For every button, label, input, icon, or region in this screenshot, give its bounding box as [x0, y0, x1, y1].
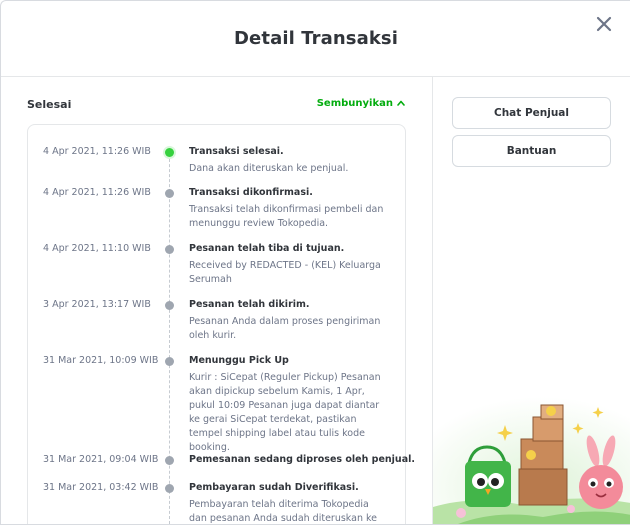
status-dot [165, 456, 174, 465]
status-dot [165, 301, 174, 310]
event-time: 31 Mar 2021, 09:04 WIB [43, 454, 159, 465]
mascot-illustration [433, 397, 630, 524]
status-dot [165, 357, 174, 366]
actions-panel: Chat Penjual Bantuan [433, 77, 630, 524]
event-time: 31 Mar 2021, 10:09 WIB [43, 355, 159, 366]
status-label: Selesai [27, 98, 72, 111]
status-dot [165, 189, 174, 198]
event-time: 31 Mar 2021, 03:42 WIB [43, 482, 159, 493]
timeline-list: 4 Apr 2021, 11:26 WIB Transaksi selesai.… [27, 124, 415, 524]
status-dot-active [165, 148, 174, 157]
event-description: Pesanan Anda dalam proses pengiriman ole… [189, 316, 381, 341]
event-time: 4 Apr 2021, 11:26 WIB [43, 187, 151, 198]
chat-seller-button[interactable]: Chat Penjual [452, 97, 611, 129]
event-time: 4 Apr 2021, 11:10 WIB [43, 243, 151, 254]
event-title: Pesanan telah dikirim. [189, 299, 310, 310]
event-title: Pembayaran sudah Diverifikasi. [189, 482, 359, 493]
event-description: Received by REDACTED - (KEL) Keluarga Se… [189, 260, 381, 285]
timeline-connector [169, 149, 170, 524]
modal-header: Detail Transaksi [1, 1, 630, 77]
help-button[interactable]: Bantuan [452, 135, 611, 167]
event-description: Pembayaran telah diterima Tokopedia dan … [189, 499, 377, 524]
transaction-detail-modal: Detail Transaksi Selesai Sembunyikan 4 A… [0, 0, 630, 525]
event-description: Dana akan diteruskan ke penjual. [189, 163, 349, 174]
status-row: Selesai Sembunyikan [27, 98, 407, 114]
close-icon[interactable] [593, 13, 615, 35]
event-description: Kurir : SiCepat (Reguler Pickup) Pesanan… [189, 372, 381, 453]
status-dot [165, 484, 174, 493]
page-title: Detail Transaksi [234, 28, 398, 49]
status-dot [165, 245, 174, 254]
event-time: 3 Apr 2021, 13:17 WIB [43, 299, 151, 310]
timeline-panel: Selesai Sembunyikan 4 Apr 2021, 11:26 WI… [1, 77, 433, 524]
hide-toggle-label: Sembunyikan [316, 98, 393, 109]
event-description: Transaksi telah dikonfirmasi pembeli dan… [189, 204, 384, 229]
chevron-up-icon [397, 98, 405, 109]
event-title: Pemesanan sedang diproses oleh penjual. [189, 454, 415, 465]
hide-toggle-button[interactable]: Sembunyikan [317, 98, 405, 109]
event-title: Transaksi dikonfirmasi. [189, 187, 313, 198]
event-time: 4 Apr 2021, 11:26 WIB [43, 146, 151, 157]
event-title: Menunggu Pick Up [189, 355, 289, 366]
event-title: Pesanan telah tiba di tujuan. [189, 243, 345, 254]
event-title: Transaksi selesai. [189, 146, 284, 157]
